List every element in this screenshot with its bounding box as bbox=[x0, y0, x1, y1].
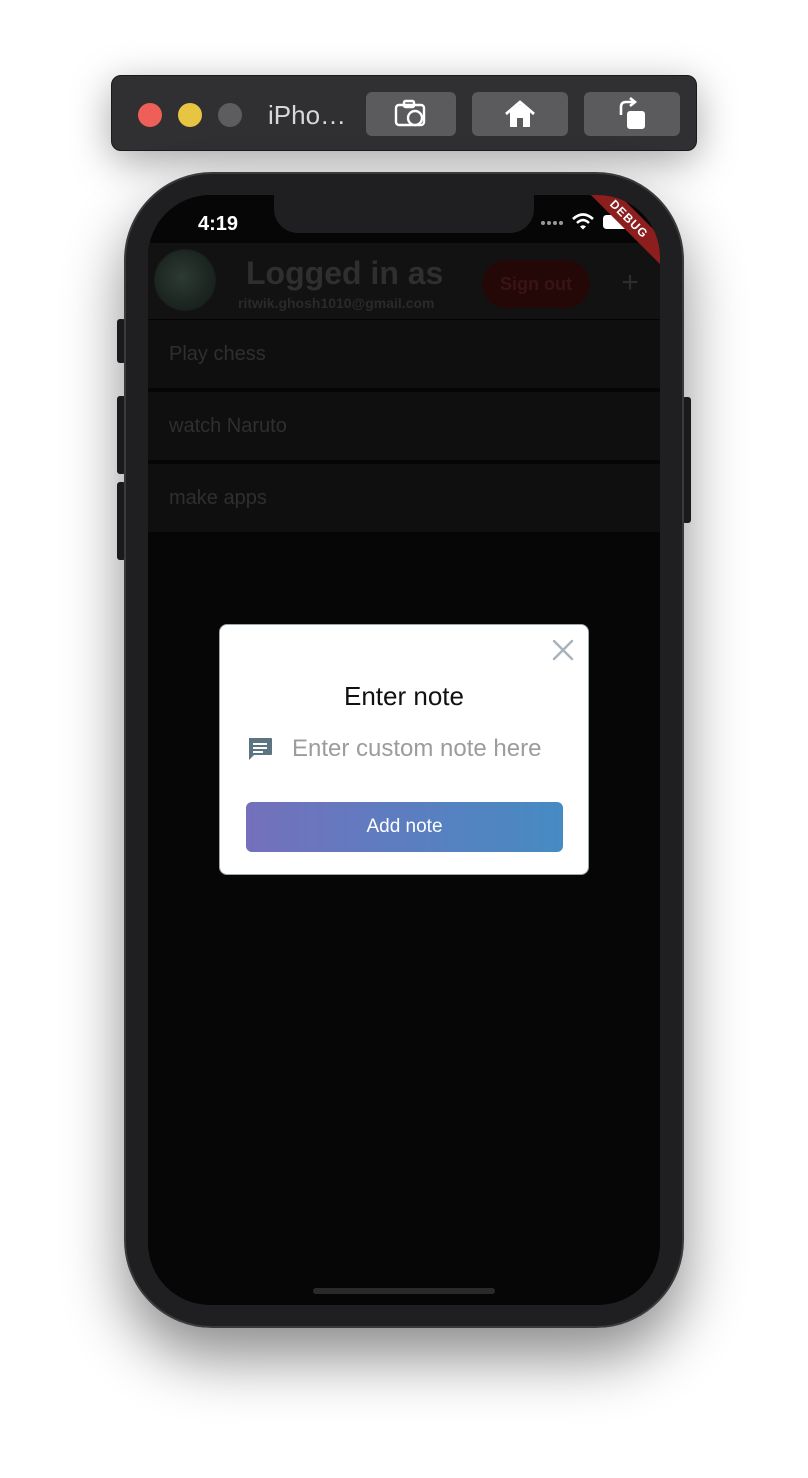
simulator-toolbar: iPho… bbox=[111, 75, 697, 151]
avatar bbox=[154, 249, 216, 311]
dialog-title: Enter note bbox=[344, 681, 464, 711]
home-indicator bbox=[313, 1288, 495, 1294]
screenshot-icon bbox=[394, 99, 426, 127]
window-close-button[interactable] bbox=[138, 103, 162, 127]
comment-icon bbox=[249, 738, 272, 760]
status-time: 4:19 bbox=[198, 213, 239, 235]
screenshot-button[interactable] bbox=[366, 92, 456, 136]
list-item[interactable]: Play chess bbox=[148, 319, 660, 389]
notch bbox=[274, 195, 534, 233]
close-icon bbox=[552, 639, 574, 661]
wifi-icon bbox=[572, 213, 594, 230]
app-bar: Logged in as ritwik.ghosh1010@gmail.com … bbox=[148, 243, 660, 319]
window-zoom-button[interactable] bbox=[218, 103, 242, 127]
home-icon bbox=[505, 100, 535, 127]
simulator-title: iPho… bbox=[268, 100, 347, 130]
logged-in-title: Logged in as bbox=[246, 255, 444, 291]
list-item[interactable]: watch Naruto bbox=[148, 391, 660, 461]
rotate-icon bbox=[619, 97, 645, 129]
add-note-plus-button[interactable]: + bbox=[614, 263, 646, 303]
window-minimize-button[interactable] bbox=[178, 103, 202, 127]
signal-icon bbox=[541, 220, 563, 225]
note-input[interactable] bbox=[290, 729, 576, 769]
list-item[interactable]: make apps bbox=[148, 463, 660, 533]
add-note-button[interactable]: Add note bbox=[246, 802, 563, 852]
close-button[interactable] bbox=[550, 637, 576, 663]
enter-note-dialog: Enter note Add note bbox=[219, 624, 589, 875]
home-button[interactable] bbox=[472, 92, 568, 136]
notes-list: Play chess watch Naruto make apps bbox=[148, 319, 660, 535]
rotate-button[interactable] bbox=[584, 92, 680, 136]
sign-out-button[interactable]: Sign out bbox=[482, 260, 590, 308]
user-email: ritwik.ghosh1010@gmail.com bbox=[238, 295, 435, 311]
